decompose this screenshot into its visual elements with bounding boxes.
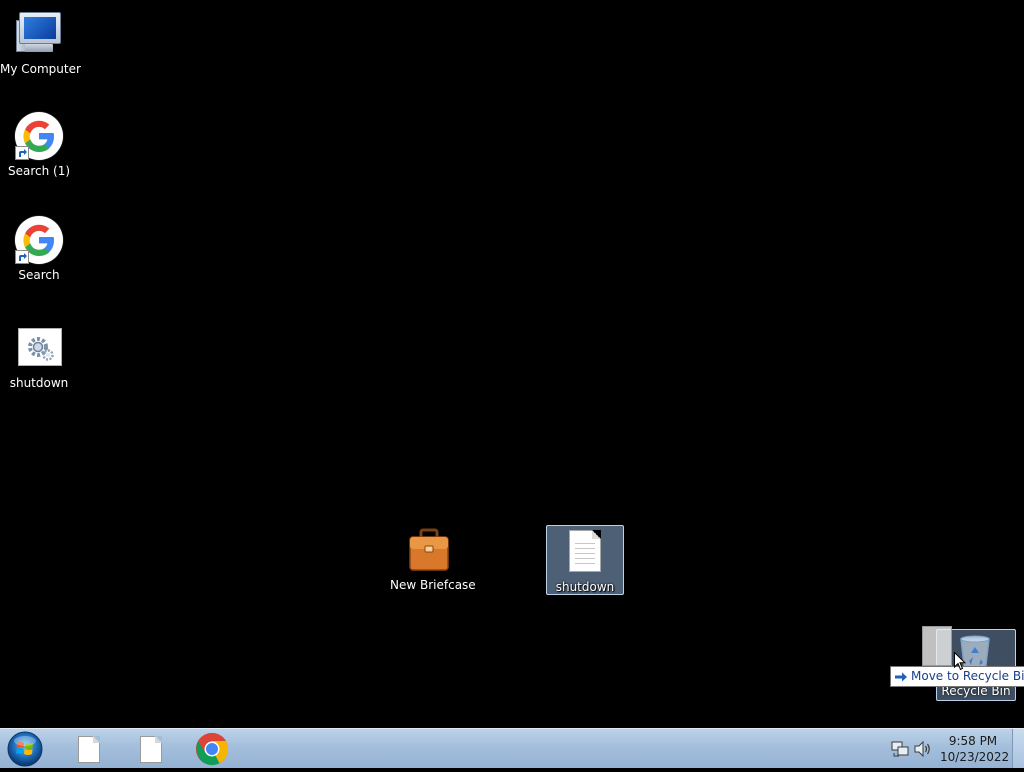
- taskbar-pinned-chrome[interactable]: [189, 731, 235, 767]
- google-icon: [15, 216, 63, 264]
- settings-file-icon: [15, 324, 63, 372]
- computer-icon: [15, 10, 63, 58]
- start-button[interactable]: [5, 730, 45, 768]
- show-desktop-button[interactable]: [1012, 729, 1024, 768]
- taskbar-clock[interactable]: 9:58 PM 10/23/2022: [940, 733, 1010, 765]
- desktop[interactable]: My Computer Search (1) Search shutdown N…: [0, 0, 1024, 728]
- windows-start-icon: [7, 731, 43, 767]
- text-file-icon: [561, 528, 609, 576]
- chrome-icon: [195, 732, 229, 766]
- move-arrow-icon: [895, 672, 907, 681]
- clock-date: 10/23/2022: [940, 750, 1010, 764]
- desktop-icon-label: Search (1): [7, 164, 71, 178]
- shortcut-arrow-icon: [15, 146, 29, 160]
- desktop-icon-label: shutdown: [555, 580, 615, 594]
- desktop-icon-search-1[interactable]: Search (1): [0, 110, 78, 179]
- desktop-icon-new-briefcase[interactable]: New Briefcase: [390, 524, 476, 593]
- shortcut-arrow-icon: [15, 250, 29, 264]
- briefcase-icon: [405, 526, 453, 574]
- file-icon: [140, 736, 162, 763]
- system-tray: 9:58 PM 10/23/2022: [884, 729, 1024, 768]
- network-icon[interactable]: [891, 741, 909, 757]
- desktop-icon-shutdown-text[interactable]: shutdown: [546, 525, 624, 595]
- desktop-icon-search[interactable]: Search: [0, 214, 78, 283]
- desktop-icon-my-computer[interactable]: My Computer: [0, 8, 81, 77]
- desktop-icon-shutdown-config[interactable]: shutdown: [0, 322, 78, 391]
- taskbar: 9:58 PM 10/23/2022: [0, 728, 1024, 768]
- taskbar-pinned-file-1[interactable]: [65, 731, 111, 767]
- clock-time: 9:58 PM: [948, 734, 998, 748]
- desktop-icon-label: Search: [18, 268, 60, 282]
- file-icon: [78, 736, 100, 763]
- google-icon: [15, 112, 63, 160]
- taskbar-pinned-file-2[interactable]: [127, 731, 173, 767]
- drag-ghost-file-icon: [922, 626, 952, 666]
- mouse-cursor-icon: [954, 652, 966, 671]
- volume-icon[interactable]: [914, 741, 932, 757]
- drag-tooltip-text: Move to Recycle Bin: [911, 669, 1024, 683]
- desktop-icon-label: New Briefcase: [390, 578, 476, 592]
- desktop-icon-label: My Computer: [0, 62, 81, 76]
- desktop-icon-label: shutdown: [9, 376, 69, 390]
